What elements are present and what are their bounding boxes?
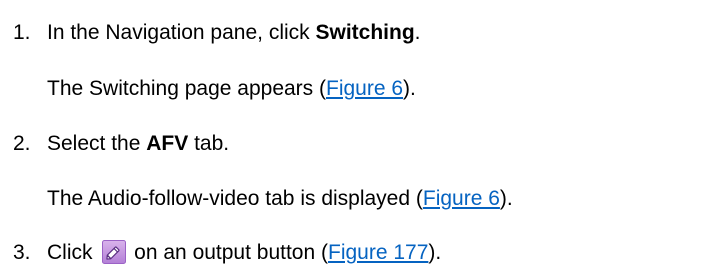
step-text: Select the (47, 132, 147, 155)
step-text: . (414, 21, 421, 44)
result-text: ). (499, 187, 513, 210)
step-number: 2. (13, 132, 31, 155)
step-2-result: The Audio-follow-video tab is displayed … (47, 186, 513, 212)
pencil-edit-icon (102, 240, 127, 264)
step-text: ). (428, 241, 442, 264)
result-text: ). (403, 77, 416, 100)
figure-6-link[interactable]: Figure 6 (326, 77, 403, 100)
ui-term-afv: AFV (146, 132, 189, 155)
step-instruction: Click on an output button (Figure 177). (47, 240, 441, 266)
figure-6-link[interactable]: Figure 6 (423, 187, 500, 210)
step-instruction: In the Navigation pane, click Switching. (47, 20, 421, 46)
step-1-result: The Switching page appears (Figure 6). (47, 76, 416, 102)
figure-177-link[interactable]: Figure 177 (328, 241, 428, 264)
step-text: tab. (188, 132, 230, 155)
ui-term-switching: Switching (315, 21, 415, 44)
result-text: The Audio-follow-video tab is displayed … (47, 187, 423, 210)
step-text: Click (47, 241, 99, 264)
result-text: The Switching page appears ( (47, 77, 326, 100)
step-text: In the Navigation pane, click (47, 21, 316, 44)
step-number: 3. (13, 241, 31, 264)
step-number: 1. (13, 21, 31, 44)
step-text: on an output button ( (128, 241, 328, 264)
step-instruction: Select the AFV tab. (47, 131, 229, 157)
